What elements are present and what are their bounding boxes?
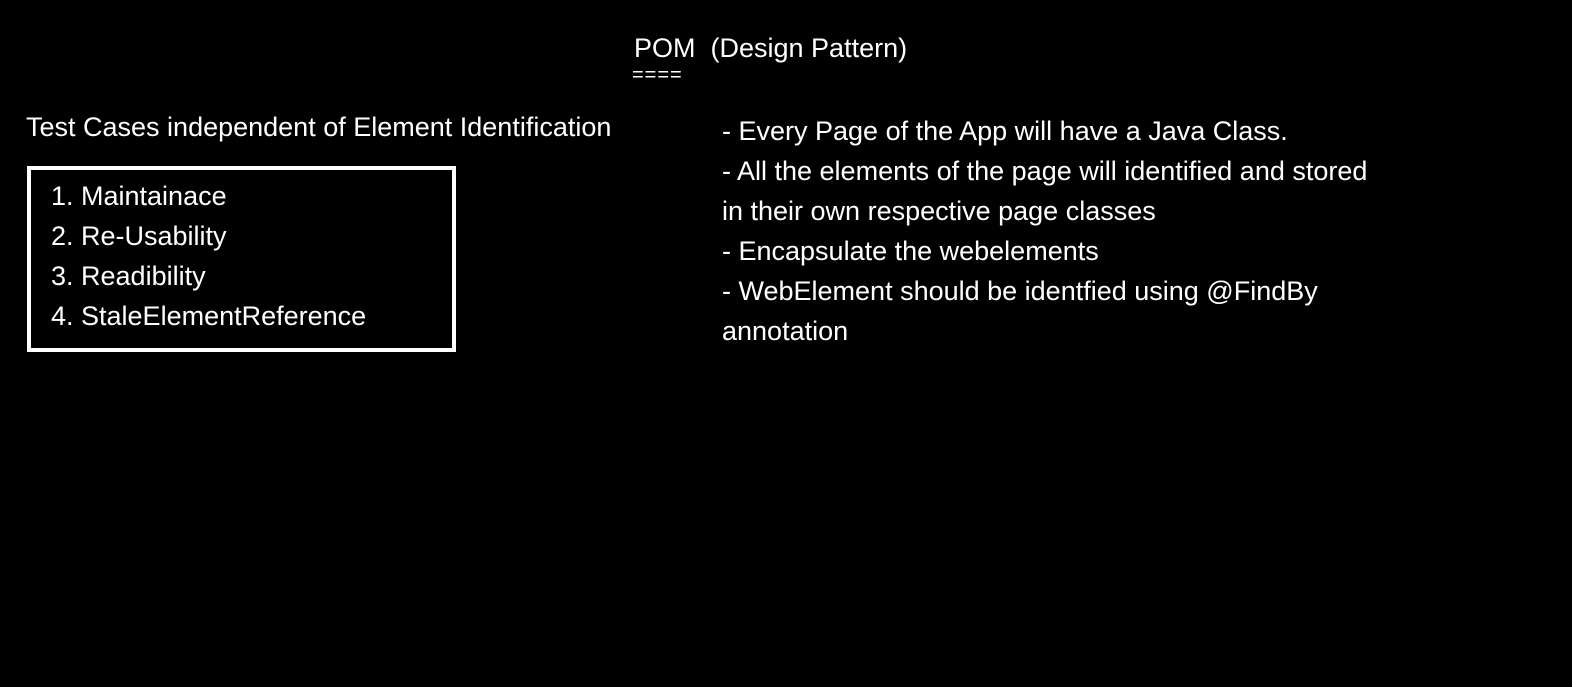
note-line: - WebElement should be identfied using @… [722, 276, 1318, 306]
note-line: - All the elements of the page will iden… [722, 156, 1368, 186]
note-line: annotation [722, 316, 849, 346]
benefit-item: 4. StaleElementReference [51, 301, 367, 331]
title-underline: ==== [632, 64, 683, 86]
pom-notes: - Every Page of the App will have a Java… [722, 111, 1542, 351]
note-line: in their own respective page classes [722, 196, 1156, 226]
benefits-box: 1. Maintainace 2. Re-Usability 3. Readib… [27, 166, 456, 352]
left-heading: Test Cases independent of Element Identi… [26, 112, 612, 142]
benefit-item: 2. Re-Usability [51, 221, 227, 251]
benefit-item: 1. Maintainace [51, 181, 227, 211]
note-line: - Encapsulate the webelements [722, 236, 1099, 266]
benefits-list: 1. Maintainace 2. Re-Usability 3. Readib… [31, 170, 452, 336]
note-line: - Every Page of the App will have a Java… [722, 116, 1288, 146]
benefit-item: 3. Readibility [51, 261, 206, 291]
page-title: POM (Design Pattern) [634, 33, 908, 63]
